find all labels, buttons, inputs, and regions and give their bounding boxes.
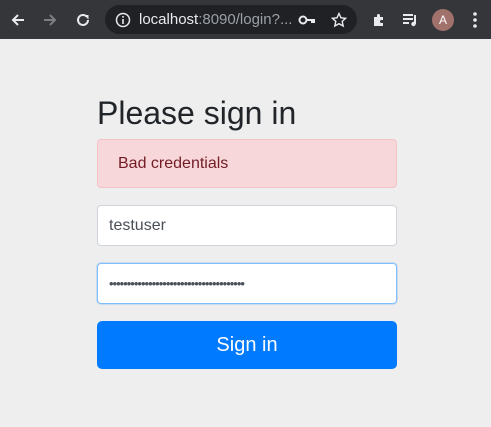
url-path: :8090/login?... — [198, 11, 293, 28]
forward-arrow-icon[interactable] — [38, 8, 62, 32]
sign-in-button[interactable]: Sign in — [97, 321, 397, 369]
address-bar[interactable]: localhost:8090/login?... — [105, 5, 357, 34]
login-page: Please sign in Bad credentials Sign in — [0, 39, 491, 427]
url-host: localhost — [139, 11, 199, 28]
extensions-puzzle-icon[interactable] — [367, 8, 391, 32]
key-icon[interactable] — [295, 8, 319, 32]
star-icon[interactable] — [327, 8, 351, 32]
browser-toolbar: localhost:8090/login?... A — [0, 0, 491, 39]
back-arrow-icon[interactable] — [6, 8, 30, 32]
kebab-menu-icon[interactable] — [463, 8, 487, 32]
profile-avatar[interactable]: A — [432, 9, 454, 31]
password-input[interactable] — [97, 263, 397, 304]
reload-icon[interactable] — [71, 8, 95, 32]
error-alert: Bad credentials — [97, 139, 397, 188]
page-title: Please sign in — [97, 95, 297, 131]
url-text: localhost:8090/login?... — [139, 11, 292, 28]
media-queue-icon[interactable] — [399, 8, 423, 32]
username-input[interactable] — [97, 205, 397, 246]
info-icon[interactable] — [111, 8, 135, 32]
